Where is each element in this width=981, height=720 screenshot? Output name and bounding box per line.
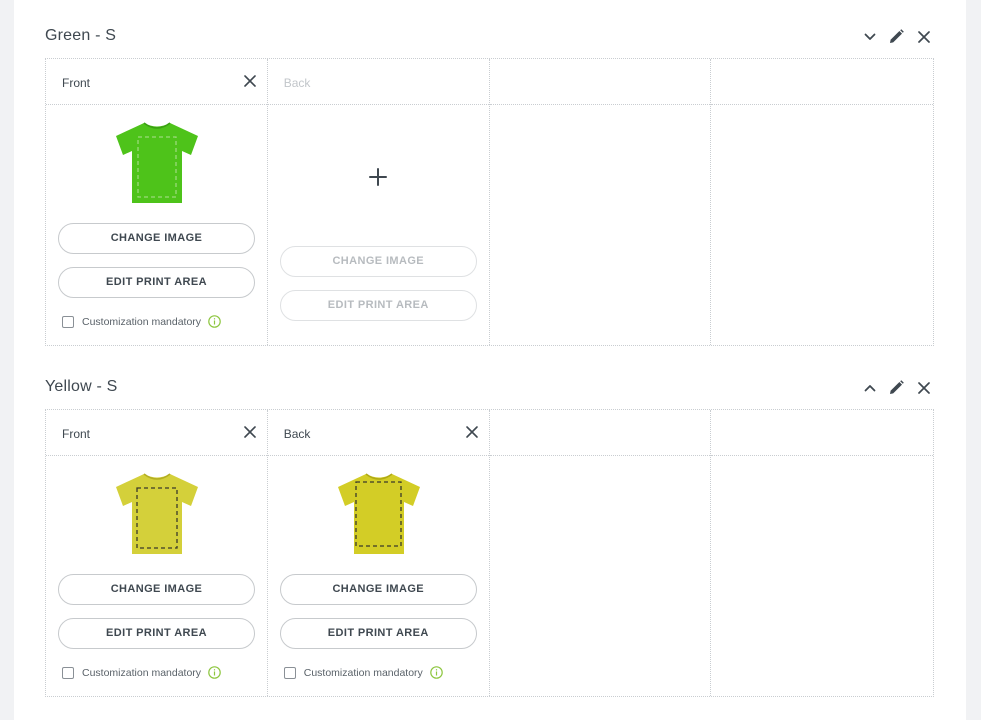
customization-mandatory-label: Customization mandatory <box>82 315 202 328</box>
add-image-icon[interactable] <box>367 166 389 188</box>
variant-header: Green - S <box>45 0 934 48</box>
tshirt-image <box>116 122 198 203</box>
remove-side-icon[interactable] <box>243 74 257 88</box>
edit-print-area-button[interactable]: EDIT PRINT AREA <box>279 290 477 321</box>
customization-mandatory-label: Customization mandatory <box>82 666 202 679</box>
edit-print-area-button[interactable]: EDIT PRINT AREA <box>58 267 255 298</box>
edit-print-area-button[interactable]: EDIT PRINT AREA <box>279 618 477 649</box>
variant-header: Yellow - S <box>45 351 934 399</box>
side-header <box>489 410 711 456</box>
variant-title: Yellow - S <box>45 378 118 395</box>
side-slot-empty <box>711 410 933 696</box>
info-icon[interactable] <box>430 666 443 679</box>
side-slot-empty <box>489 59 712 345</box>
tshirt-image <box>337 473 420 554</box>
side-header: Front <box>46 59 267 105</box>
side-header <box>711 410 933 456</box>
side-label: Back <box>283 76 311 90</box>
change-image-button[interactable]: CHANGE IMAGE <box>58 574 255 605</box>
side-header <box>489 59 711 105</box>
remove-side-icon[interactable] <box>465 425 479 439</box>
sides-grid: Front CHANGE IMAGE EDIT PRINT AREA Custo… <box>45 58 934 346</box>
sides-grid: Front CHANGE IMAGE EDIT PRINT AREA Custo… <box>45 409 934 697</box>
side-slot-back: Back CHANGE IMAGE EDIT PRINT AREA <box>267 59 490 345</box>
customization-mandatory: Customization mandatory <box>62 315 221 328</box>
customization-mandatory-checkbox[interactable] <box>62 666 74 679</box>
customization-mandatory: Customization mandatory <box>62 666 221 679</box>
side-header: Back <box>267 59 489 105</box>
pencil-icon[interactable] <box>888 379 905 396</box>
info-icon[interactable] <box>208 315 221 328</box>
chevron-up-icon[interactable] <box>861 379 878 396</box>
side-slot-back: Back CHANGE IMAGE EDIT PRINT AREA Custom… <box>267 410 490 696</box>
side-slot-empty <box>711 59 933 345</box>
tshirt-image <box>116 473 198 554</box>
side-label: Back <box>283 427 311 441</box>
side-header: Front <box>46 410 267 456</box>
remove-side-icon[interactable] <box>243 425 257 439</box>
variants-panel: Green - S Front CHANGE IMAGE EDIT PRINT … <box>14 0 966 720</box>
customization-mandatory: Customization mandatory <box>283 666 443 679</box>
side-label: Front <box>62 427 91 441</box>
side-slot-front: Front CHANGE IMAGE EDIT PRINT AREA Custo… <box>46 59 268 345</box>
change-image-button[interactable]: CHANGE IMAGE <box>279 246 477 277</box>
change-image-button[interactable]: CHANGE IMAGE <box>58 223 255 254</box>
variant-yellow-s: Yellow - S Front CHANGE IMAGE EDIT PRINT… <box>45 351 934 697</box>
close-icon[interactable] <box>915 28 932 45</box>
side-slot-empty <box>489 410 712 696</box>
close-icon[interactable] <box>915 379 932 396</box>
pencil-icon[interactable] <box>888 28 905 45</box>
chevron-down-icon[interactable] <box>861 28 878 45</box>
variant-title: Green - S <box>45 27 117 44</box>
side-label: Front <box>62 76 91 90</box>
variant-actions <box>861 28 932 45</box>
info-icon[interactable] <box>208 666 221 679</box>
variant-actions <box>861 379 932 396</box>
change-image-button[interactable]: CHANGE IMAGE <box>279 574 477 605</box>
side-header: Back <box>267 410 489 456</box>
customization-mandatory-checkbox[interactable] <box>62 315 74 328</box>
variant-green-s: Green - S Front CHANGE IMAGE EDIT PRINT … <box>45 0 934 346</box>
side-slot-front: Front CHANGE IMAGE EDIT PRINT AREA Custo… <box>46 410 268 696</box>
side-header <box>711 59 933 105</box>
customization-mandatory-label: Customization mandatory <box>303 666 423 679</box>
edit-print-area-button[interactable]: EDIT PRINT AREA <box>58 618 255 649</box>
customization-mandatory-checkbox[interactable] <box>283 666 296 679</box>
